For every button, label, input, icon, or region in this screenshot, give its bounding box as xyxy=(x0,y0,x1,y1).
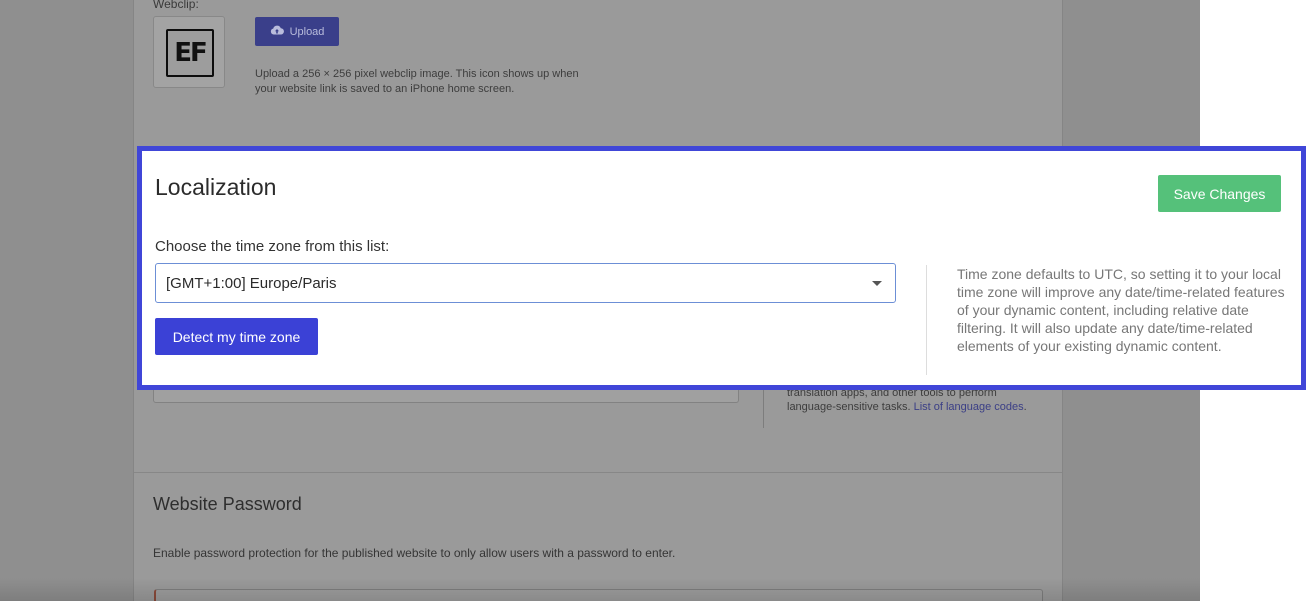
password-help-text: Enable password protection for the publi… xyxy=(153,546,676,560)
localization-card: Localization Save Changes Choose the tim… xyxy=(137,146,1306,390)
save-changes-button[interactable]: Save Changes xyxy=(1158,175,1281,212)
bottom-shadow xyxy=(0,578,1200,601)
webclip-help-text: Upload a 256 × 256 pixel webclip image. … xyxy=(255,68,579,95)
cloud-upload-icon xyxy=(270,25,284,38)
caret-down-icon xyxy=(872,281,882,286)
webclip-logo: EF xyxy=(166,29,214,77)
timezone-select[interactable]: [GMT+1:00] Europe/Paris xyxy=(155,263,896,303)
language-codes-link[interactable]: List of language codes xyxy=(914,401,1024,413)
section-divider xyxy=(134,472,1062,473)
upload-button[interactable]: Upload xyxy=(255,17,339,46)
localization-title: Localization xyxy=(155,174,277,200)
language-help-text: translation apps, and other tools to per… xyxy=(787,387,1027,413)
timezone-label: Choose the time zone from this list: xyxy=(155,238,390,255)
webclip-logo-text: EF xyxy=(168,31,212,75)
card-divider-vertical xyxy=(926,265,927,375)
timezone-selected-value: [GMT+1:00] Europe/Paris xyxy=(166,274,337,292)
timezone-help-text: Time zone defaults to UTC, so setting it… xyxy=(957,266,1285,354)
webclip-preview: EF xyxy=(153,16,225,88)
divider-vertical xyxy=(763,388,764,428)
detect-time-zone-button[interactable]: Detect my time zone xyxy=(155,318,318,355)
upload-button-label: Upload xyxy=(289,25,325,38)
webclip-label: Webclip: xyxy=(153,0,199,11)
website-password-title: Website Password xyxy=(153,494,302,514)
